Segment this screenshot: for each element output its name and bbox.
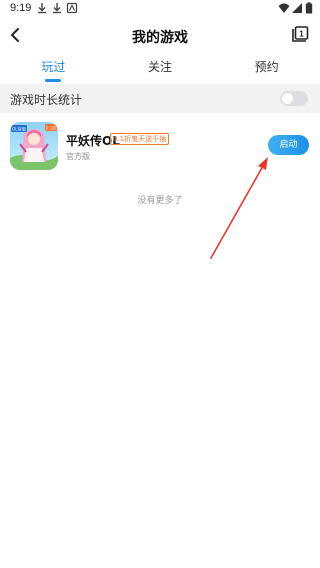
active-tab-indicator (45, 79, 62, 82)
signal-icon (292, 3, 302, 13)
tab-played[interactable]: 玩过 (0, 56, 107, 84)
launch-button[interactable]: 启动 (268, 135, 309, 155)
tab-followed[interactable]: 关注 (107, 56, 214, 84)
notification-icon (66, 2, 78, 14)
status-time: 9:19 (10, 2, 32, 14)
tab-label: 关注 (148, 60, 173, 74)
download-icon (53, 3, 61, 14)
status-bar: 9:19 (0, 0, 320, 18)
playtime-stats-toggle[interactable] (280, 91, 308, 106)
icon-discount-badge: 0.1折 (46, 124, 56, 130)
tab-label: 预约 (254, 60, 279, 74)
download-icon (38, 3, 46, 14)
book-icon-text: 1 (299, 30, 304, 39)
playtime-stats-row: 游戏时长统计 (0, 84, 320, 113)
playtime-stats-label: 游戏时长统计 (10, 93, 83, 107)
tab-bar: 玩过 关注 预约 (0, 56, 320, 84)
list-item[interactable]: OL官版 0.1折 平妖传OL 0.1折鬼天送千抽 官方版 启动 (0, 118, 320, 178)
game-cover-icon[interactable]: OL官版 0.1折 (10, 122, 58, 170)
tab-reserved[interactable]: 预约 (213, 56, 320, 84)
game-subtitle: 官方版 (66, 152, 90, 161)
wifi-icon (278, 3, 290, 13)
book-button[interactable]: 1 (289, 24, 311, 46)
book-icon: 1 (292, 26, 309, 42)
toggle-knob (282, 93, 293, 104)
game-promo-tag: 0.1折鬼天送千抽 (110, 133, 170, 145)
no-more-text: 没有更多了 (137, 196, 183, 206)
header: 我的游戏 1 (0, 18, 320, 52)
battery-icon (305, 2, 313, 14)
icon-corner-label: OL官版 (12, 126, 27, 133)
page-title: 我的游戏 (132, 30, 188, 46)
tab-label: 玩过 (41, 60, 66, 74)
